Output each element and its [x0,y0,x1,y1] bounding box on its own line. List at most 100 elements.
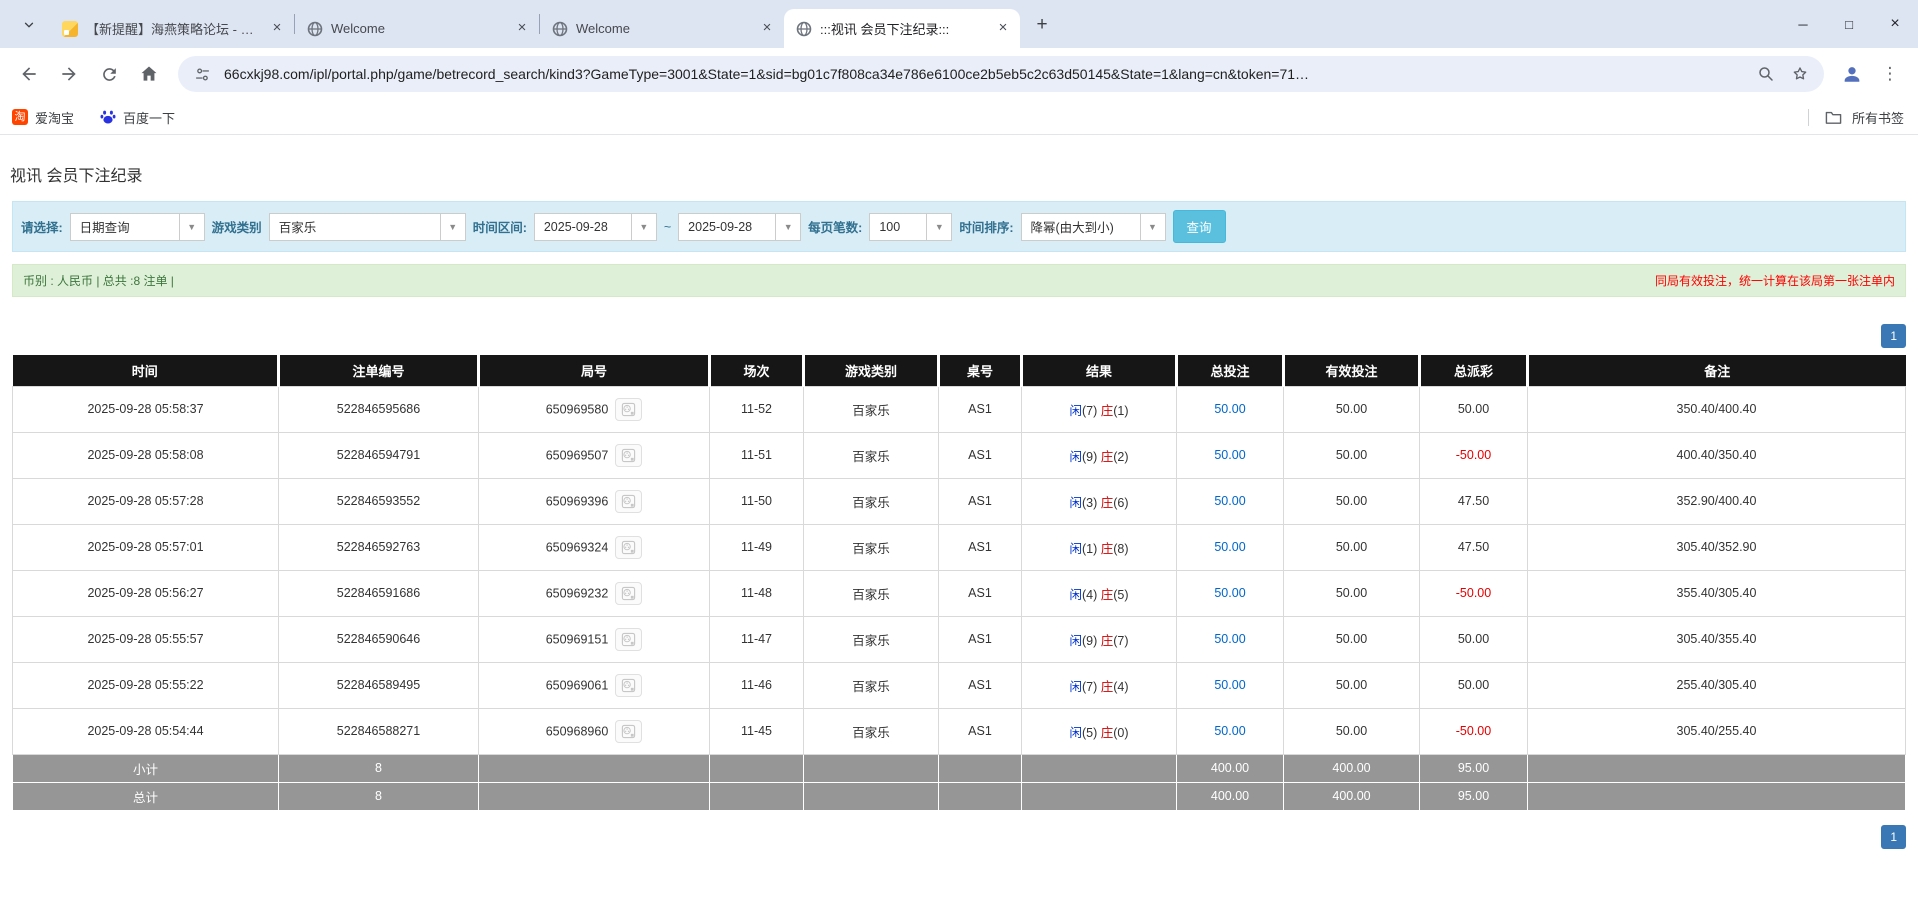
tab-close-icon[interactable]: × [994,20,1012,38]
round-number: 650969507 [546,448,609,462]
video-replay-button[interactable] [615,444,642,467]
address-bar[interactable]: 66cxkj98.com/ipl/portal.php/game/betreco… [178,56,1824,92]
result-banker: 庄 [1101,404,1114,418]
total-bet-link[interactable]: 50.00 [1214,448,1245,462]
column-header-1: 时间 [13,355,279,386]
forward-button[interactable] [52,57,86,91]
tab-search-button[interactable] [14,10,44,40]
cell-result: 闲(9) 庄(2) [1022,432,1177,478]
result-player: 闲 [1069,404,1082,418]
cell-remark: 350.40/400.40 [1528,386,1906,432]
cell-total-bet: 50.00 [1177,386,1284,432]
globe-icon [552,21,568,37]
table-row: 2025-09-28 05:55:22 522846589495 6509690… [13,662,1906,708]
tab-close-icon[interactable]: × [513,20,531,38]
total-bet-link[interactable]: 50.00 [1214,724,1245,738]
minimize-button[interactable]: ─ [1780,0,1826,48]
date-from-select[interactable]: 2025-09-28 ▼ [534,213,657,241]
maximize-button[interactable]: □ [1826,0,1872,48]
bookmark-taobao[interactable]: 淘 爱淘宝 [12,108,74,127]
profile-avatar-icon[interactable] [1836,58,1868,90]
table-row: 2025-09-28 05:58:37 522846595686 6509695… [13,386,1906,432]
bookmark-baidu[interactable]: 百度一下 [100,108,175,127]
round-number: 650969232 [546,586,609,600]
cell-round-number: 650969061 [479,662,710,708]
result-banker: 庄 [1101,634,1114,648]
cell-session: 11-50 [710,478,804,524]
per-page-select[interactable]: 100 ▼ [869,213,952,241]
page-1-button[interactable]: 1 [1881,825,1906,849]
total-bet-link[interactable]: 50.00 [1214,402,1245,416]
cell-session: 11-47 [710,616,804,662]
tab-welcome-2[interactable]: Welcome × [540,9,784,48]
bookmark-star-icon[interactable] [1788,62,1812,86]
video-replay-button[interactable] [615,582,642,605]
all-bookmarks[interactable]: 所有书签 [1808,108,1904,127]
cell-table-number: AS1 [939,570,1022,616]
video-replay-button[interactable] [615,628,642,651]
zoom-icon[interactable] [1754,62,1778,86]
footer-count: 8 [279,754,479,782]
tab-close-icon[interactable]: × [758,20,776,38]
result-player-score: (9) [1082,634,1097,648]
video-replay-button[interactable] [615,720,642,743]
tab-close-icon[interactable]: × [268,20,286,38]
round-number: 650968960 [546,724,609,738]
cell-valid-bet: 50.00 [1284,616,1420,662]
column-header-11: 备注 [1528,355,1906,386]
video-replay-button[interactable] [615,490,642,513]
footer-total-bet: 400.00 [1177,782,1284,810]
back-button[interactable] [12,57,46,91]
column-header-8: 总投注 [1177,355,1284,386]
new-tab-button[interactable]: + [1028,11,1056,39]
pagination-bottom: 1 [12,825,1906,849]
cell-round-number: 650969396 [479,478,710,524]
video-replay-button[interactable] [615,674,642,697]
game-type-select[interactable]: 百家乐 ▼ [269,213,466,241]
home-button[interactable] [132,57,166,91]
cell-valid-bet: 50.00 [1284,524,1420,570]
cell-bet-number: 522846595686 [279,386,479,432]
site-info-icon[interactable] [190,62,214,86]
chevron-down-icon: ▼ [1140,214,1165,240]
cell-game-type: 百家乐 [804,616,939,662]
url-text[interactable]: 66cxkj98.com/ipl/portal.php/game/betreco… [224,66,1744,82]
cell-game-type: 百家乐 [804,662,939,708]
result-banker-score: (0) [1113,726,1128,740]
sort-select[interactable]: 降幂(由大到小) ▼ [1021,213,1166,241]
footer-payout: 95.00 [1420,754,1528,782]
column-header-6: 桌号 [939,355,1022,386]
total-bet-link[interactable]: 50.00 [1214,586,1245,600]
filter-bar: 请选择: 日期查询 ▼ 游戏类别 百家乐 ▼ 时间区间: 2025-09-28 … [12,201,1906,252]
cell-session: 11-46 [710,662,804,708]
footer-valid-bet: 400.00 [1284,782,1420,810]
total-bet-link[interactable]: 50.00 [1214,632,1245,646]
cell-total-payout: -50.00 [1420,432,1528,478]
per-page-label: 每页笔数: [808,217,862,236]
total-bet-link[interactable]: 50.00 [1214,494,1245,508]
total-bet-link[interactable]: 50.00 [1214,540,1245,554]
tab-title: Welcome [331,21,505,36]
video-replay-button[interactable] [615,398,642,421]
cell-table-number: AS1 [939,386,1022,432]
cell-bet-number: 522846593552 [279,478,479,524]
total-bet-link[interactable]: 50.00 [1214,678,1245,692]
currency-summary: 币别 : 人民币 | 总共 :8 注单 | [23,272,174,289]
video-replay-button[interactable] [615,536,642,559]
bookmarks-divider [1808,109,1809,126]
query-type-select[interactable]: 日期查询 ▼ [70,213,205,241]
result-player-score: (7) [1082,404,1097,418]
cell-total-bet: 50.00 [1177,570,1284,616]
cell-table-number: AS1 [939,432,1022,478]
globe-icon [796,21,812,37]
date-to-select[interactable]: 2025-09-28 ▼ [678,213,801,241]
tab-forum[interactable]: 【新提醒】海燕策略论坛 - 综合 × [50,9,294,48]
browser-menu-icon[interactable]: ⋮ [1874,58,1906,90]
tab-welcome-1[interactable]: Welcome × [295,9,539,48]
page-1-button[interactable]: 1 [1881,324,1906,348]
tab-bet-records-active[interactable]: :::视讯 会员下注纪录::: × [784,9,1020,48]
search-button[interactable]: 查询 [1173,210,1226,243]
cell-total-payout: 50.00 [1420,662,1528,708]
close-window-button[interactable]: × [1872,0,1918,48]
reload-button[interactable] [92,57,126,91]
